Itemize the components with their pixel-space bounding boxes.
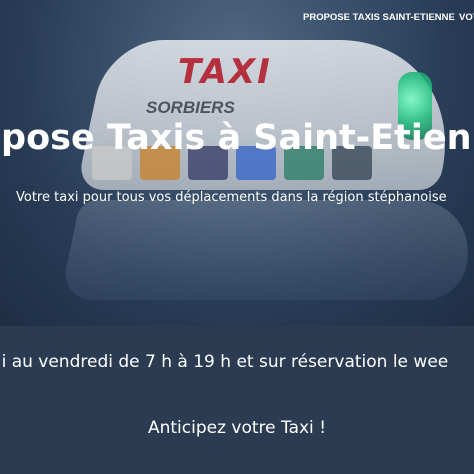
info-band: ndi au vendredi de 7 h à 19 h et sur rés… [0, 326, 474, 474]
nav-link-home[interactable]: PROPOSE TAXIS SAINT-ETIENNE [303, 12, 455, 23]
taxi-sign-city: SORBIERS [146, 98, 235, 117]
top-navigation: PROPOSE TAXIS SAINT-ETIENNE VOT [0, 0, 474, 34]
opening-hours-text: ndi au vendredi de 7 h à 19 h et sur rés… [0, 352, 449, 372]
page-subtitle: Votre taxi pour tous vos déplacements da… [16, 190, 447, 205]
nav-link-next[interactable]: VOT [459, 12, 474, 23]
taxi-sign-text: TAXI [178, 52, 272, 92]
hero-banner: TAXI SORBIERS [0, 0, 474, 326]
sign-reflection [59, 200, 474, 300]
taxi-sign-image: TAXI SORBIERS [76, 40, 470, 190]
booking-cta-text: Anticipez votre Taxi ! [147, 418, 327, 438]
page-title: opose Taxis à Saint-Etien [0, 118, 472, 158]
